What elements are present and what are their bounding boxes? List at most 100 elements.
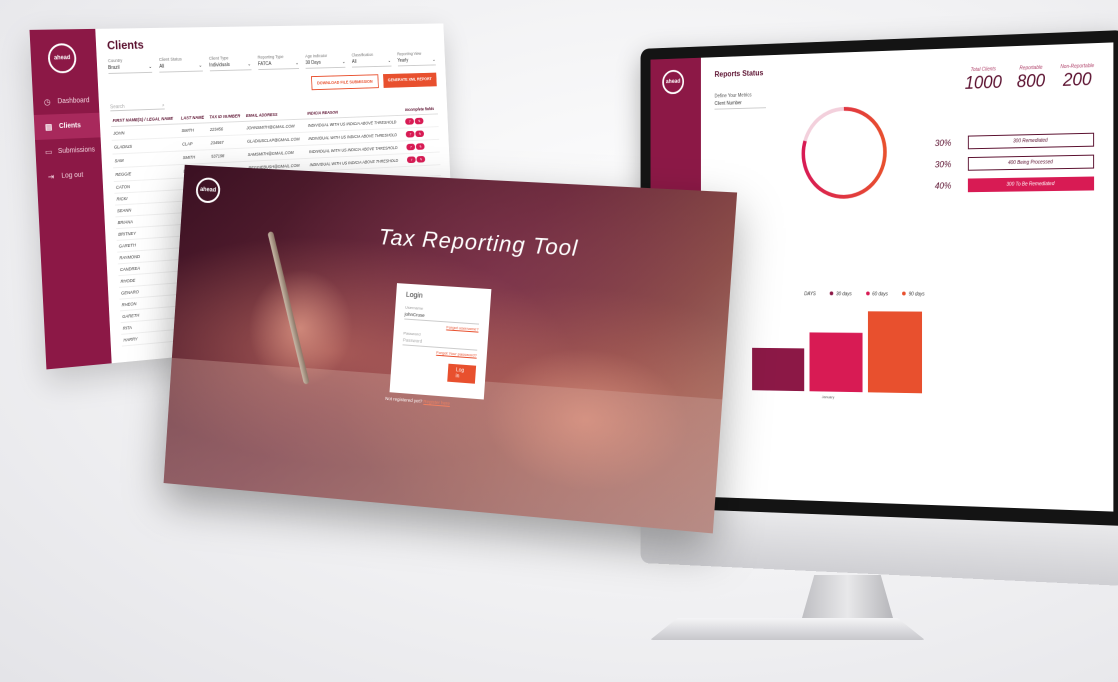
filter-select[interactable]: Yearly ⌄: [397, 55, 436, 67]
login-heading: Login: [405, 291, 423, 300]
table-cell: SMITH: [179, 122, 209, 138]
kpi-reportable: Reportable 800: [1017, 65, 1045, 93]
ahead-logo: ahead: [47, 43, 77, 74]
filter-country[interactable]: Country Brazil ⌄: [108, 57, 153, 74]
monitor-stand-neck: [800, 575, 895, 625]
submissions-icon: ▭: [44, 147, 53, 157]
filter-value: Individuals: [209, 62, 230, 69]
filter-value: FATCA: [257, 61, 272, 68]
status-bar-row: 30% 400 Being Processed: [934, 154, 1095, 172]
status-percent: 30%: [934, 137, 952, 149]
incomplete-count-badge[interactable]: 7: [406, 143, 416, 151]
kpi-value: 800: [1016, 70, 1046, 92]
ahead-logo: ahead: [195, 177, 221, 204]
filter-reporting-type[interactable]: Reporting Type FATCA ⌄: [257, 54, 300, 71]
edit-icon[interactable]: ✎: [414, 130, 425, 138]
edit-icon[interactable]: ✎: [415, 143, 425, 150]
search-input[interactable]: Search ⌕: [110, 102, 165, 112]
search-icon: ⌕: [161, 102, 165, 109]
filter-age-indicator[interactable]: Age Indicator 30 Days ⌄: [305, 53, 346, 69]
incomplete-count-badge[interactable]: 7: [406, 130, 415, 138]
login-card: Login Username johnCruse Forgot username…: [389, 283, 492, 400]
filter-classification[interactable]: Classification All ⌄: [352, 52, 392, 68]
legend-dot: [829, 291, 834, 296]
sidebar-item-submissions[interactable]: ▭ Submissions: [35, 137, 102, 165]
legend-label: 60 days: [872, 291, 888, 298]
login-screen: ahead Tax Reporting Tool Login Username …: [163, 164, 738, 534]
sidebar-item-label: Dashboard: [57, 97, 90, 106]
sidebar-item-log-out[interactable]: ⇥ Log out: [36, 162, 103, 190]
sidebar-item-label: Clients: [58, 122, 81, 131]
sidebar-item-dashboard[interactable]: ◷ Dashboard: [33, 88, 100, 115]
status-percent: 30%: [934, 159, 952, 170]
legend-dot: [865, 291, 870, 296]
filter-value: All: [351, 59, 357, 65]
bar-60-days: [809, 332, 863, 393]
search-placeholder: Search: [110, 103, 125, 111]
filter-select[interactable]: All ⌄: [351, 56, 392, 68]
status-bar-button[interactable]: 300 Remediated: [967, 132, 1095, 150]
generate-xml-report-button[interactable]: GENERATE XML REPORT: [382, 72, 437, 88]
legend-item: 90 days: [902, 291, 925, 298]
table-cell: SMITH: [180, 149, 210, 165]
status-bar-row: 30% 300 Remediated: [934, 132, 1095, 150]
kpi-non-reportable: Non-Reportable 200: [1060, 63, 1094, 91]
status-donut-chart: [795, 99, 893, 206]
status-bar-button[interactable]: 400 Being Processed: [967, 154, 1095, 171]
chevron-down-icon: ⌄: [148, 64, 153, 70]
login-button[interactable]: Log in: [447, 363, 477, 384]
chart-legend: DAYS 30 days 60 days 90 days: [804, 291, 924, 297]
filter-client-type[interactable]: Client Type Individuals ⌄: [208, 55, 252, 72]
monitor-stand-base: [650, 618, 925, 640]
legend-item: 60 days: [865, 291, 888, 298]
filter-select[interactable]: 30 Days ⌄: [305, 57, 346, 69]
kpi-value: 200: [1062, 69, 1092, 90]
aging-bar-chart: [752, 311, 923, 394]
legend-prefix: DAYS: [804, 291, 816, 298]
kpi-summary: Total Clients 1000 Reportable 800 Non-Report…: [965, 63, 1094, 94]
metrics-select[interactable]: Client Number: [714, 97, 766, 110]
ahead-logo: ahead: [662, 69, 685, 95]
reports-main: Reports Status Define Your Metrics Clien…: [701, 42, 1113, 511]
filter-value: All: [159, 63, 165, 70]
logout-icon: ⇥: [47, 172, 55, 182]
sidebar-item-clients[interactable]: ▤ Clients: [33, 112, 101, 141]
incomplete-count-badge[interactable]: 7: [407, 156, 416, 164]
bar-90-days: [867, 311, 923, 394]
status-bars: 30% 300 Remediated 30% 400 Being Processed 4…: [934, 132, 1095, 201]
chevron-down-icon: ⌄: [247, 61, 252, 68]
status-bar-button[interactable]: 300 To Be Remediated: [967, 176, 1095, 193]
chevron-down-icon: ⌄: [432, 57, 436, 63]
filter-value: Brazil: [108, 64, 120, 72]
chevron-down-icon: ⌄: [341, 59, 346, 66]
incomplete-count-badge[interactable]: 7: [405, 118, 414, 125]
app-title: Tax Reporting Tool: [377, 224, 580, 261]
legend-label: 30 days: [836, 291, 852, 298]
chart-x-label: January: [821, 394, 835, 400]
filter-reporting-view[interactable]: Reporting View Yearly ⌄: [397, 51, 436, 67]
bar-30-days: [752, 347, 805, 392]
filter-select[interactable]: All ⌄: [159, 60, 203, 73]
sidebar-item-label: Submissions: [57, 146, 96, 156]
legend-dot: [902, 291, 906, 296]
chevron-down-icon: ⌄: [295, 60, 299, 67]
kpi-total-clients: Total Clients 1000: [965, 66, 1002, 94]
filter-select[interactable]: Brazil ⌄: [108, 62, 153, 74]
dashboard-icon: ◷: [43, 97, 51, 107]
filter-client-status[interactable]: Client Status All ⌄: [159, 56, 203, 73]
filter-select[interactable]: FATCA ⌄: [257, 58, 300, 71]
filter-value: Yearly: [397, 57, 409, 64]
chevron-down-icon: ⌄: [387, 58, 392, 64]
legend-label: 90 days: [908, 291, 925, 298]
legend-item: 30 days: [829, 291, 852, 298]
filter-value: 30 Days: [305, 59, 321, 66]
status-percent: 40%: [934, 180, 952, 191]
table-cell: CLAP: [180, 136, 210, 151]
chevron-down-icon: ⌄: [198, 62, 203, 69]
filter-bar: Country Brazil ⌄ Client Status All ⌄ Client Ty…: [108, 51, 436, 74]
download-file-submission-button[interactable]: DOWNLOAD FILE SUBMISSION: [310, 74, 379, 91]
clients-icon: ▤: [44, 122, 53, 132]
filter-select[interactable]: Individuals ⌄: [208, 59, 252, 72]
edit-icon[interactable]: ✎: [414, 117, 424, 125]
edit-icon[interactable]: ✎: [416, 155, 426, 163]
